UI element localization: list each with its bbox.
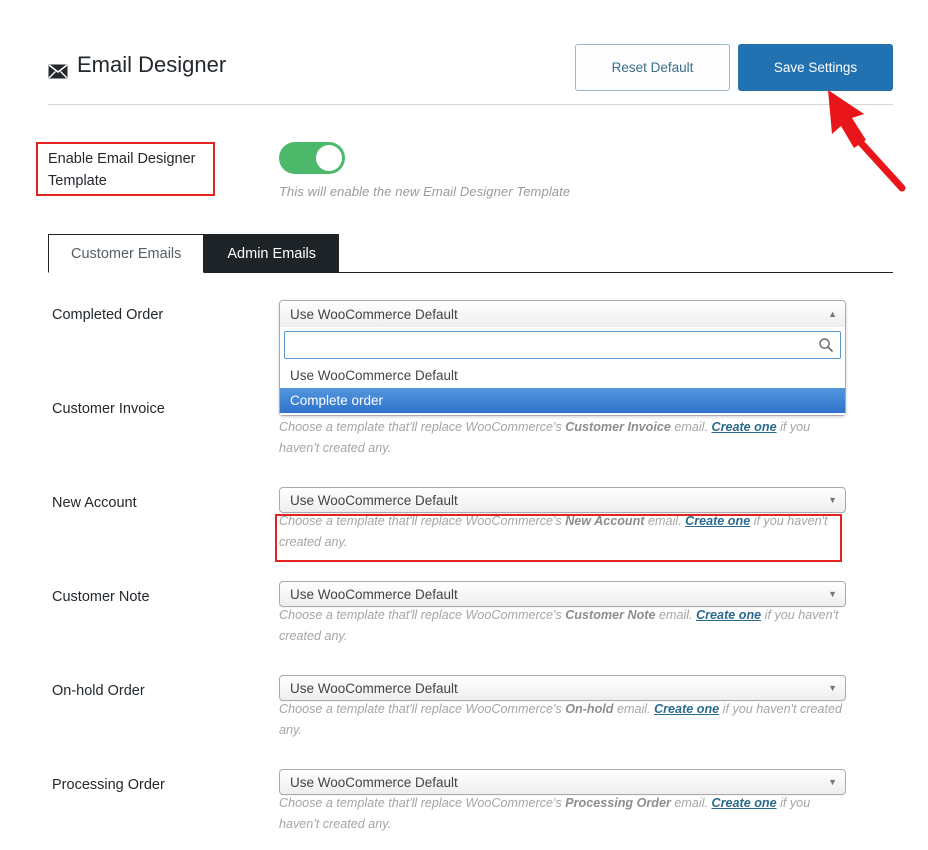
dropdown-search-input[interactable] — [293, 337, 818, 353]
reset-default-button[interactable]: Reset Default — [575, 44, 730, 91]
annotation-arrow-to-save-settings — [828, 90, 906, 192]
completed-order-dropdown-toggle[interactable]: Use WooCommerce Default ▲ — [280, 301, 845, 327]
help-prefix: Choose a template that'll replace WooCom… — [279, 796, 566, 810]
toggle-knob — [316, 145, 342, 171]
processing-order-selected-value: Use WooCommerce Default — [290, 774, 458, 790]
new-account-selected-value: Use WooCommerce Default — [290, 492, 458, 508]
create-one-link[interactable]: Create one — [654, 702, 719, 716]
row-label-new-account: New Account — [52, 495, 137, 511]
help-text-on-hold-order: Choose a template that'll replace WooCom… — [279, 699, 849, 741]
help-mid: email. — [613, 702, 655, 716]
dropdown-search-field[interactable] — [284, 331, 841, 359]
help-text-customer-invoice: Choose a template that'll replace WooCom… — [279, 417, 849, 459]
completed-order-dropdown-open: Use WooCommerce Default ▲ Use WooCommerc… — [279, 300, 846, 416]
help-prefix: Choose a template that'll replace WooCom… — [279, 608, 566, 622]
create-one-link[interactable]: Create one — [685, 514, 750, 528]
help-prefix: Choose a template that'll replace WooCom… — [279, 514, 566, 528]
tab-customer-emails[interactable]: Customer Emails — [48, 234, 205, 273]
row-label-customer-invoice: Customer Invoice — [52, 401, 165, 417]
row-label-customer-note: Customer Note — [52, 589, 150, 605]
dropdown-option-list: Use WooCommerce Default Complete order — [280, 363, 845, 415]
email-designer-settings-page: Email Designer Reset Default Save Settin… — [0, 0, 928, 850]
search-icon — [818, 337, 834, 353]
help-emphasis: Processing Order — [565, 796, 671, 810]
chevron-down-icon: ▼ — [828, 776, 837, 787]
help-text-processing-order: Choose a template that'll replace WooCom… — [279, 793, 849, 835]
envelope-icon — [48, 59, 68, 78]
customer-note-selected-value: Use WooCommerce Default — [290, 586, 458, 602]
help-emphasis: Customer Note — [565, 608, 656, 622]
page-title: Email Designer — [48, 52, 226, 78]
on-hold-order-select[interactable]: Use WooCommerce Default ▼ — [279, 675, 846, 701]
help-mid: email. — [670, 796, 712, 810]
page-title-text: Email Designer — [77, 52, 227, 77]
new-account-select[interactable]: Use WooCommerce Default ▼ — [279, 487, 846, 513]
create-one-link[interactable]: Create one — [696, 608, 761, 622]
row-label-completed-order: Completed Order — [52, 307, 164, 323]
tab-admin-emails[interactable]: Admin Emails — [204, 234, 340, 273]
chevron-down-icon: ▼ — [828, 494, 837, 505]
help-prefix: Choose a template that'll replace WooCom… — [279, 420, 566, 434]
help-mid: email. — [644, 514, 686, 528]
enable-email-designer-label: Enable Email Designer Template — [48, 151, 196, 189]
help-text-customer-note: Choose a template that'll replace WooCom… — [279, 605, 849, 647]
help-prefix: Choose a template that'll replace WooCom… — [279, 702, 566, 716]
enable-email-designer-description: This will enable the new Email Designer … — [279, 184, 571, 199]
chevron-down-icon: ▼ — [828, 682, 837, 693]
dropdown-search-wrapper — [280, 327, 845, 363]
row-label-processing-order: Processing Order — [52, 777, 165, 793]
dropdown-option-use-woocommerce-default[interactable]: Use WooCommerce Default — [280, 363, 845, 388]
processing-order-select[interactable]: Use WooCommerce Default ▼ — [279, 769, 846, 795]
help-mid: email. — [670, 420, 712, 434]
help-emphasis: On-hold — [565, 702, 614, 716]
help-emphasis: Customer Invoice — [565, 420, 671, 434]
enable-email-designer-toggle[interactable] — [279, 142, 345, 174]
completed-order-selected-value: Use WooCommerce Default — [290, 306, 458, 322]
help-emphasis: New Account — [565, 514, 645, 528]
chevron-down-icon: ▼ — [828, 588, 837, 599]
help-text-new-account: Choose a template that'll replace WooCom… — [279, 511, 849, 553]
row-label-on-hold-order: On-hold Order — [52, 683, 145, 699]
create-one-link[interactable]: Create one — [712, 796, 777, 810]
header-divider — [48, 104, 893, 105]
create-one-link[interactable]: Create one — [711, 420, 776, 434]
help-mid: email. — [655, 608, 697, 622]
on-hold-order-selected-value: Use WooCommerce Default — [290, 680, 458, 696]
chevron-up-icon: ▲ — [828, 308, 837, 319]
customer-note-select[interactable]: Use WooCommerce Default ▼ — [279, 581, 846, 607]
email-type-tabs: Customer Emails Admin Emails — [48, 233, 893, 273]
dropdown-option-complete-order[interactable]: Complete order — [280, 388, 845, 413]
page-header: Email Designer Reset Default Save Settin… — [48, 44, 893, 104]
